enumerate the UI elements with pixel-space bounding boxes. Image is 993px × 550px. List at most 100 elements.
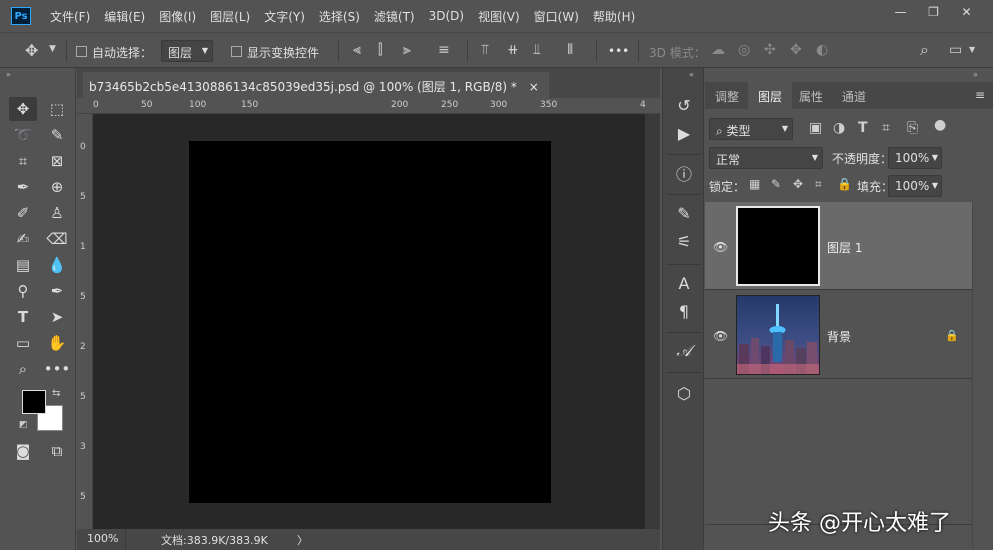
- move-tool-icon[interactable]: ✥: [25, 43, 38, 59]
- eraser-tool-icon[interactable]: ⌫: [43, 227, 71, 251]
- filter-adjustment-icon[interactable]: ◑: [833, 121, 845, 135]
- layers-scrollbar[interactable]: [972, 202, 993, 550]
- quick-select-tool-icon[interactable]: ✎: [43, 123, 71, 147]
- clone-stamp-tool-icon[interactable]: ♙: [43, 201, 71, 225]
- visibility-eye-icon[interactable]: 👁: [713, 240, 728, 254]
- status-menu-icon[interactable]: 〉: [297, 532, 308, 548]
- zoom-level[interactable]: 100%: [87, 532, 118, 545]
- spot-healing-tool-icon[interactable]: ⊕: [43, 175, 71, 199]
- align-left-icon[interactable]: ⫷: [353, 43, 361, 57]
- visibility-eye-icon[interactable]: 👁: [713, 329, 728, 343]
- menu-help[interactable]: 帮助(H): [593, 8, 635, 25]
- lock-transparent-icon[interactable]: ▦: [749, 178, 760, 190]
- brush-settings-icon[interactable]: ✎: [673, 202, 695, 224]
- move-tool-icon[interactable]: ✥: [9, 97, 37, 121]
- filter-kind-dropdown[interactable]: ⌕ 类型 ▼: [709, 118, 793, 140]
- layer-row[interactable]: 👁 背景 🔒: [705, 291, 972, 379]
- close-button[interactable]: ✕: [950, 2, 983, 22]
- character-panel-icon[interactable]: A: [673, 272, 695, 294]
- workspace-icon[interactable]: ▭: [949, 43, 962, 57]
- paragraph-panel-icon[interactable]: ¶: [673, 300, 695, 322]
- filter-toggle-icon[interactable]: ●: [934, 118, 946, 132]
- layer-row[interactable]: 👁 图层 1: [705, 202, 972, 290]
- search-icon[interactable]: ⌕: [920, 42, 929, 58]
- eyedropper-tool-icon[interactable]: ✒: [9, 175, 37, 199]
- panel-menu-icon[interactable]: ≡: [975, 88, 985, 102]
- marquee-tool-icon[interactable]: ⬚: [43, 97, 71, 121]
- 3d-panel-icon[interactable]: ⬡: [673, 382, 695, 404]
- default-colors-icon[interactable]: ◩: [19, 420, 28, 430]
- tab-channels[interactable]: 通道: [832, 82, 876, 109]
- show-transform-checkbox[interactable]: [231, 46, 242, 57]
- hand-tool-icon[interactable]: ✋: [43, 331, 71, 355]
- auto-select-checkbox[interactable]: [76, 46, 87, 57]
- collapse-icon[interactable]: »: [6, 70, 11, 79]
- blend-mode-dropdown[interactable]: 正常 ▼: [709, 147, 823, 169]
- layer-name[interactable]: 图层 1: [827, 239, 862, 256]
- menu-select[interactable]: 选择(S): [319, 8, 360, 25]
- canvas-workspace[interactable]: [93, 114, 660, 529]
- screen-mode-icon[interactable]: ⧉: [43, 439, 71, 463]
- type-tool-icon[interactable]: T: [9, 305, 37, 329]
- align-right-icon[interactable]: ⫸: [403, 43, 411, 57]
- auto-select-dropdown[interactable]: 图层 ▼: [161, 40, 213, 62]
- menu-filter[interactable]: 滤镜(T): [374, 8, 415, 25]
- menu-view[interactable]: 视图(V): [478, 8, 520, 25]
- menu-edit[interactable]: 编辑(E): [104, 8, 145, 25]
- swap-colors-icon[interactable]: ⇆: [52, 388, 60, 399]
- history-panel-icon[interactable]: ↺: [673, 94, 695, 116]
- tab-properties[interactable]: 属性: [789, 82, 833, 109]
- foreground-color-swatch[interactable]: [22, 390, 46, 414]
- info-panel-icon[interactable]: ⓘ: [673, 162, 695, 184]
- opacity-field[interactable]: 100% ▼: [888, 147, 942, 169]
- lock-image-icon[interactable]: ✎: [771, 178, 781, 190]
- align-hcenter-icon[interactable]: ⫿: [378, 43, 382, 57]
- filter-pixel-icon[interactable]: ▣: [809, 121, 822, 135]
- pen-tool-icon[interactable]: ✒: [43, 279, 71, 303]
- quick-mask-icon[interactable]: ◙: [9, 439, 37, 463]
- filter-smart-object-icon[interactable]: ⎘: [907, 121, 918, 135]
- tab-layers[interactable]: 图层: [748, 82, 793, 109]
- tool-preset-chevron-icon[interactable]: ▼: [49, 45, 56, 54]
- blur-tool-icon[interactable]: 💧: [43, 253, 71, 277]
- brushes-panel-icon[interactable]: ⚟: [673, 230, 695, 252]
- menu-type[interactable]: 文字(Y): [264, 8, 305, 25]
- photoshop-logo-icon[interactable]: Ps: [11, 7, 31, 25]
- distribute-horizontal-icon[interactable]: ⦀: [567, 43, 573, 57]
- document-tab[interactable]: b73465b2cb5e4130886134c85039ed35j.psd @ …: [83, 72, 549, 98]
- filter-type-icon[interactable]: T: [858, 121, 868, 135]
- dodge-tool-icon[interactable]: ⚲: [9, 279, 37, 303]
- close-document-icon[interactable]: ×: [529, 80, 539, 94]
- more-options-button[interactable]: •••: [608, 44, 629, 58]
- glyphs-panel-icon[interactable]: 𝒜: [673, 340, 695, 362]
- gradient-tool-icon[interactable]: ▤: [9, 253, 37, 277]
- lock-position-icon[interactable]: ✥: [793, 178, 803, 190]
- frame-tool-icon[interactable]: ⊠: [43, 149, 71, 173]
- menu-layer[interactable]: 图层(L): [210, 8, 250, 25]
- brush-tool-icon[interactable]: ✐: [9, 201, 37, 225]
- path-select-tool-icon[interactable]: ➤: [43, 305, 71, 329]
- menu-file[interactable]: 文件(F): [50, 8, 90, 25]
- fill-field[interactable]: 100% ▼: [888, 175, 942, 197]
- vertical-scrollbar[interactable]: [645, 114, 660, 529]
- filter-shape-icon[interactable]: ⌗: [882, 121, 890, 135]
- workspace-chevron-icon[interactable]: ▼: [969, 46, 975, 54]
- menu-3d[interactable]: 3D(D): [429, 9, 464, 23]
- document-canvas[interactable]: [189, 141, 551, 503]
- rectangle-tool-icon[interactable]: ▭: [9, 331, 37, 355]
- crop-tool-icon[interactable]: ⌗: [9, 149, 37, 173]
- menu-image[interactable]: 图像(I): [159, 8, 196, 25]
- actions-panel-icon[interactable]: ▶: [673, 122, 695, 144]
- collapse-icon[interactable]: »: [973, 70, 978, 79]
- align-top-icon[interactable]: ⫪: [481, 43, 489, 57]
- distribute-vertical-icon[interactable]: ≡: [438, 43, 450, 57]
- align-bottom-icon[interactable]: ⫫: [533, 43, 541, 57]
- zoom-tool-icon[interactable]: ⌕: [9, 357, 37, 381]
- layer-name[interactable]: 背景: [827, 328, 851, 345]
- collapse-icon[interactable]: «: [689, 70, 694, 79]
- menu-window[interactable]: 窗口(W): [534, 8, 579, 25]
- lock-artboard-icon[interactable]: ⌗: [815, 178, 822, 190]
- align-vcenter-icon[interactable]: ⧺: [507, 43, 519, 57]
- lasso-tool-icon[interactable]: ➰: [9, 123, 37, 147]
- restore-button[interactable]: ❐: [917, 2, 950, 22]
